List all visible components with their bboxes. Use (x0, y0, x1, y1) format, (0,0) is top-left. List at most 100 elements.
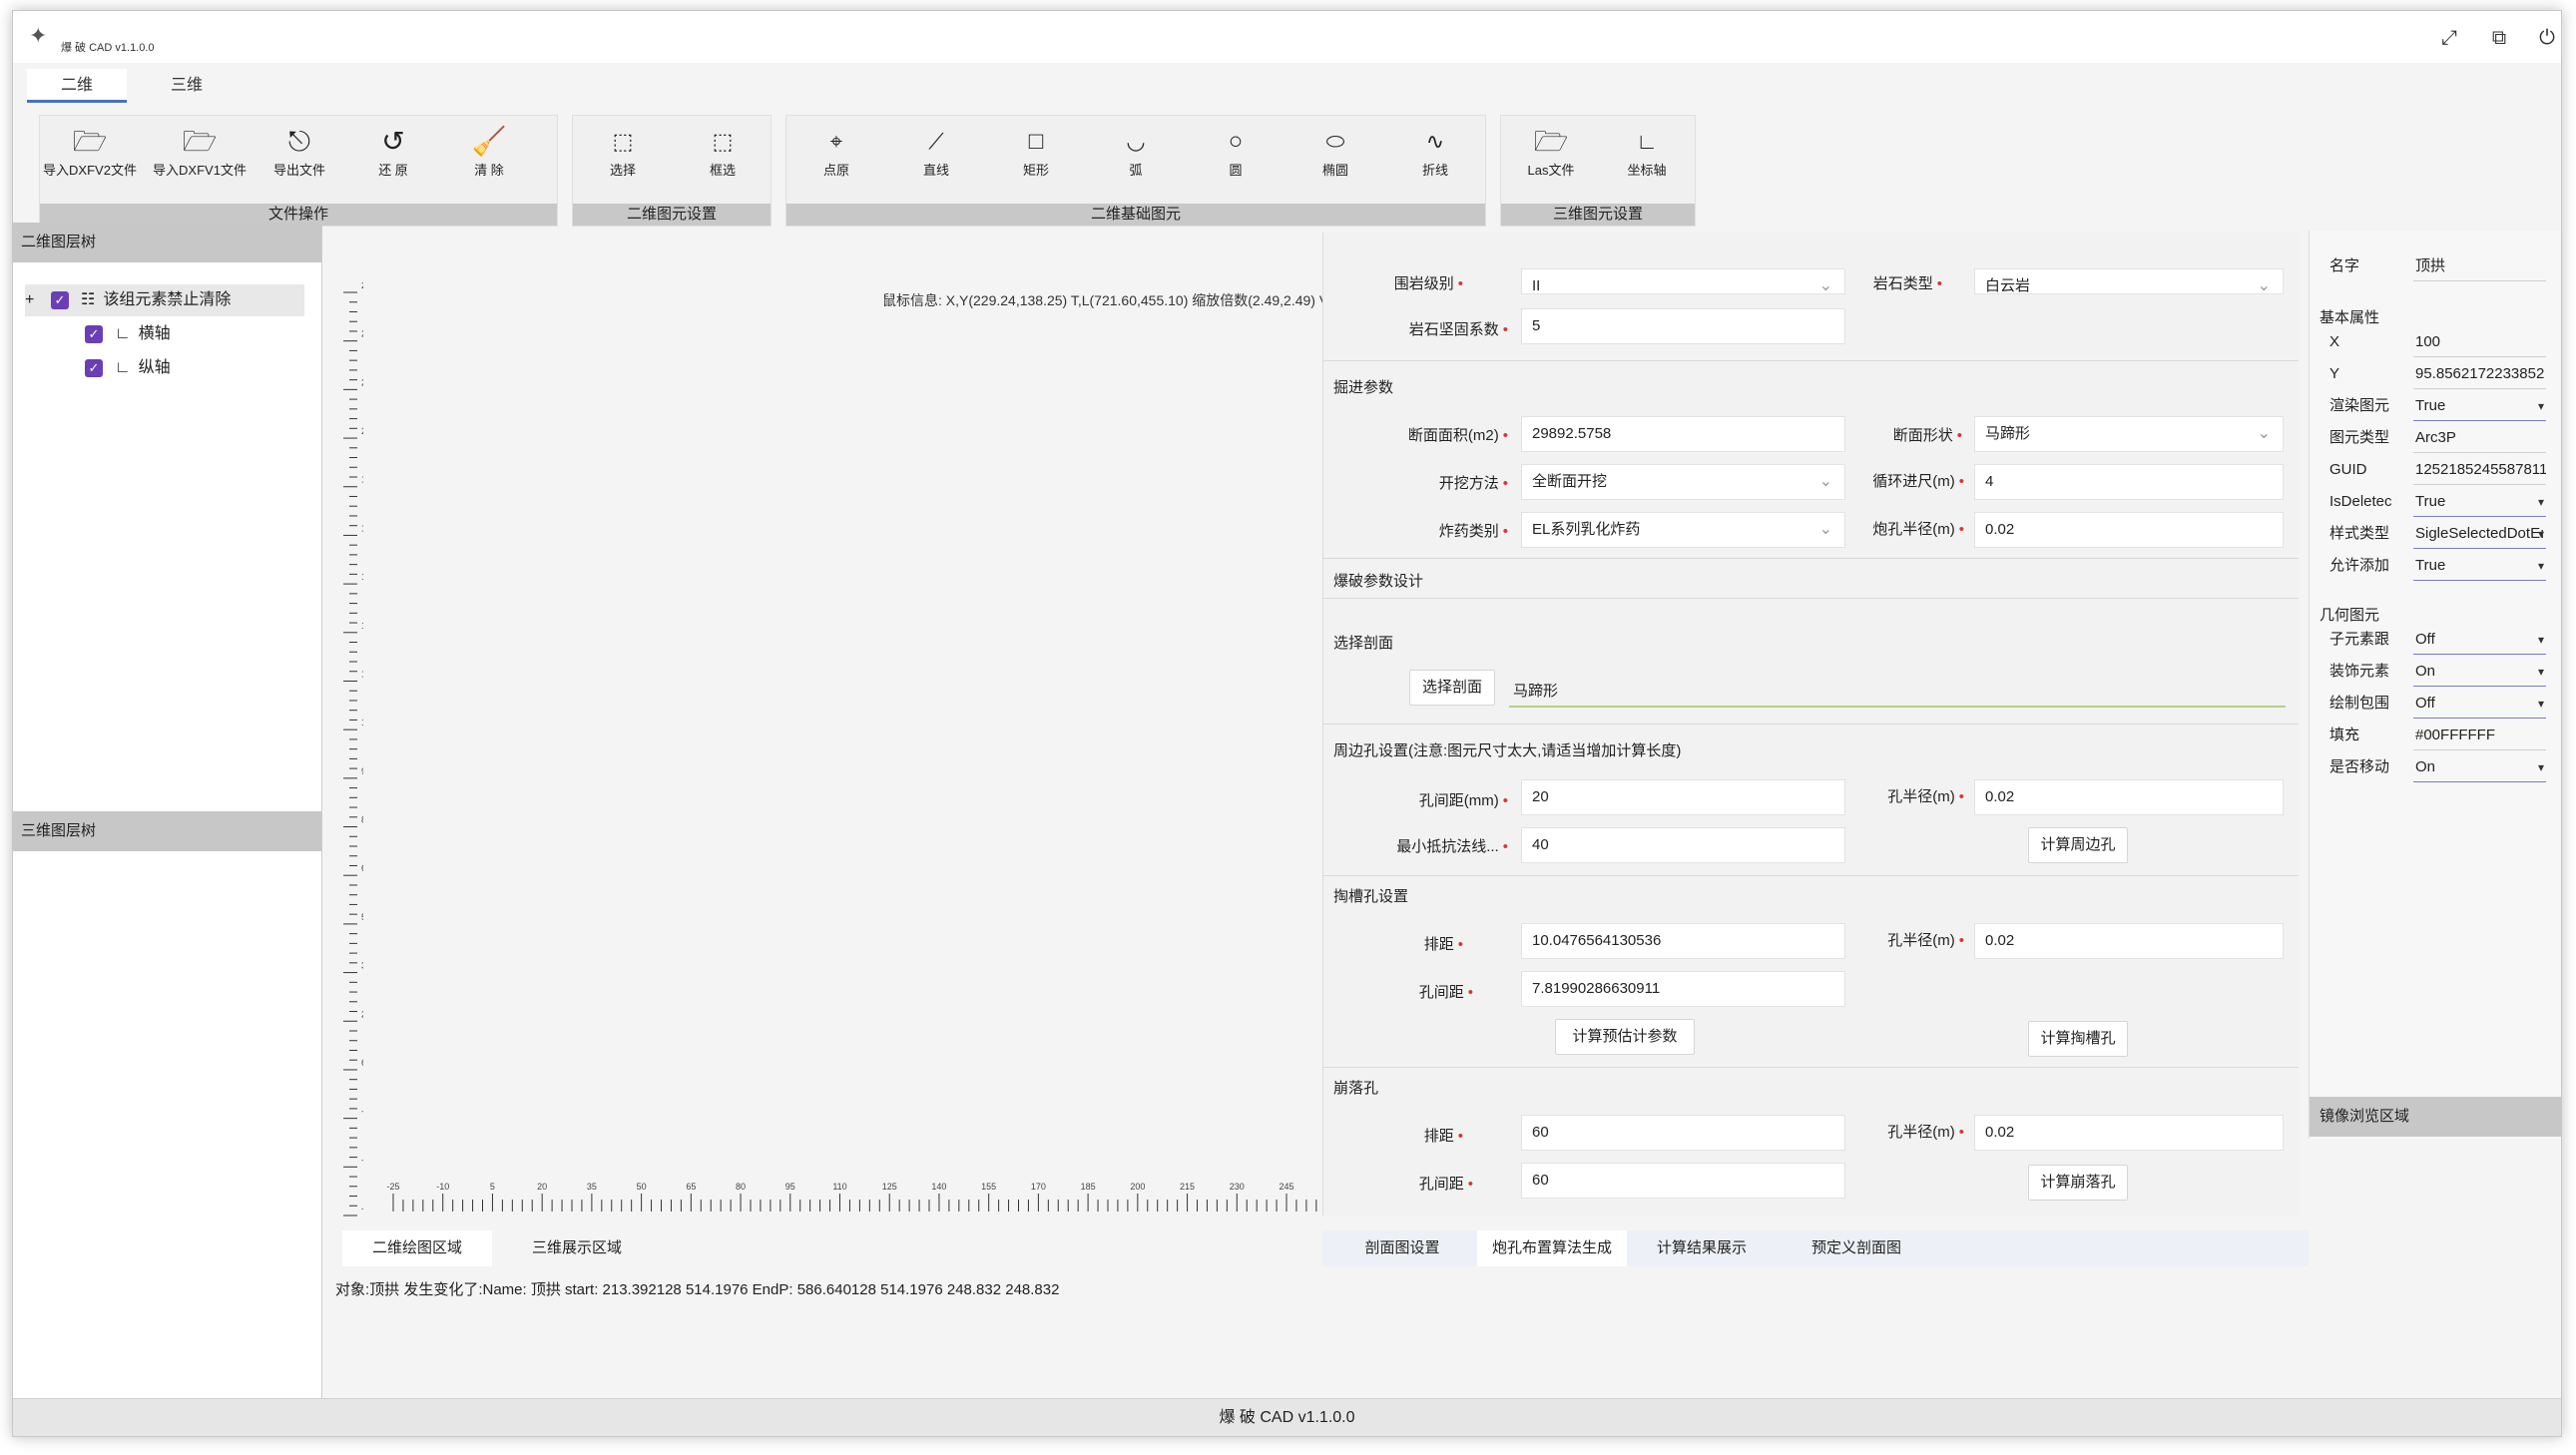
geo-value[interactable]: On ▾ (2413, 658, 2546, 687)
caret-down-icon[interactable]: ▾ (2538, 753, 2544, 781)
perimeter-radius-input[interactable]: 0.02 (1974, 779, 2284, 815)
checkbox[interactable]: ✓ (85, 358, 103, 377)
cut-radius-input[interactable]: 0.02 (1974, 923, 2284, 959)
point-icon: ⌖ (829, 129, 843, 154)
rock-grade-select[interactable]: II ⌄ (1521, 268, 1845, 294)
polyline-button[interactable]: ∿ 折线 (1387, 124, 1483, 186)
ruler-label: 186 (361, 475, 363, 485)
geo-value[interactable]: #00FFFFFF (2413, 722, 2546, 750)
prop-value[interactable]: 100 (2413, 328, 2546, 357)
tab-hole-layout[interactable]: 炮孔布置算法生成 (1477, 1230, 1627, 1266)
power-icon[interactable]: ⏻ (2532, 23, 2561, 53)
min-resist-label: 最小抵抗法线... • (1396, 838, 1508, 855)
geo-value[interactable]: Off ▾ (2413, 626, 2546, 655)
axis-button[interactable]: ∟ 坐标轴 (1599, 124, 1695, 186)
box-select-button[interactable]: ⬚ 框选 (675, 124, 771, 186)
point-button[interactable]: ⌖ 点原 (788, 124, 884, 186)
caret-down-icon[interactable]: ▾ (2538, 392, 2544, 420)
perimeter-spacing-input[interactable]: 20 (1521, 779, 1845, 815)
ruler-label: 66 (361, 863, 363, 873)
caret-down-icon[interactable]: ▾ (2538, 690, 2544, 718)
select-section-button[interactable]: 选择剖面 (1409, 670, 1495, 706)
calc-perimeter-button[interactable]: 计算周边孔 (2028, 827, 2128, 863)
line-button[interactable]: ⟋ 直线 (888, 124, 984, 186)
select-button[interactable]: ⬚ 选择 (575, 124, 671, 186)
las-file-button[interactable]: 🗁 Las文件 (1503, 124, 1599, 186)
compress-icon[interactable]: ⤢ (2434, 23, 2464, 53)
perimeter-radius-label: 孔半径(m) • (1887, 788, 1964, 805)
caret-down-icon[interactable]: ▾ (2538, 658, 2544, 686)
cut-spacing-input[interactable]: 7.81990286630911 (1521, 971, 1845, 1007)
export-icon: ⎋ (287, 126, 311, 157)
ruler-label: 170 (1031, 1182, 1046, 1192)
caving-spacing-input[interactable]: 60 (1521, 1163, 1845, 1199)
calc-cut-button[interactable]: 计算掏槽孔 (2028, 1021, 2128, 1057)
select-icon: ⬚ (612, 129, 634, 154)
rock-hardness-input[interactable]: 5 (1521, 308, 1845, 344)
tab-3d-display[interactable]: 三维展示区域 (502, 1230, 652, 1266)
ruler-label: 231 (361, 329, 363, 339)
prop-row: 渲染图元 True ▾ (2319, 392, 2556, 421)
caret-down-icon[interactable]: ▾ (2538, 626, 2544, 654)
tree-item-y-axis[interactable]: ✓ ∟ 纵轴 (85, 352, 171, 384)
tree-item-label: 横轴 (138, 325, 171, 342)
tab-predefined-section[interactable]: 预定义剖面图 (1782, 1230, 1931, 1266)
restore-button[interactable]: ↺ 还 原 (345, 124, 441, 186)
rectangle-button[interactable]: □ 矩形 (988, 124, 1084, 186)
tree-item-x-axis[interactable]: ✓ ∟ 横轴 (85, 318, 171, 350)
cut-row-input[interactable]: 10.0476564130536 (1521, 923, 1845, 959)
prop-value[interactable]: SigleSelectedDotEı ▾ (2413, 520, 2546, 549)
geo-value[interactable]: On ▾ (2413, 753, 2546, 782)
caving-radius-input[interactable]: 0.02 (1974, 1115, 2284, 1151)
tab-section-settings[interactable]: 剖面图设置 (1332, 1230, 1472, 1266)
prop-value[interactable]: True ▾ (2413, 552, 2546, 581)
tab-2d[interactable]: 二维 (27, 69, 127, 103)
calc-caving-button[interactable]: 计算崩落孔 (2028, 1165, 2128, 1201)
drawing-canvas[interactable]: 鼠标信息: X,Y(229.24,138.25) T,L(721.60,455.… (323, 223, 1498, 1220)
ellipse-button[interactable]: ⬭ 椭圆 (1288, 124, 1383, 186)
circle-button[interactable]: ○ 圆 (1188, 124, 1284, 186)
cycle-input[interactable]: 4 (1974, 464, 2284, 500)
prop-value[interactable]: 1252185245587811 (2413, 456, 2546, 485)
import-dxfv2-button[interactable]: 🗁 导入DXFV2文件 (42, 124, 138, 186)
export-file-button[interactable]: ⎋ 导出文件 (252, 124, 347, 186)
prop-value[interactable]: True ▾ (2413, 488, 2546, 517)
import-dxfv1-button[interactable]: 🗁 导入DXFV1文件 (152, 124, 248, 186)
rock-type-select[interactable]: 白云岩 ⌄ (1974, 268, 2284, 294)
caret-down-icon[interactable]: ▾ (2538, 488, 2544, 516)
area-input[interactable]: 29892.5758 (1521, 416, 1845, 452)
tab-3d[interactable]: 三维 (137, 69, 237, 103)
blast-param-form: 围岩级别 • II ⌄ 岩石类型 • 白云岩 ⌄ 岩石坚固系数 • 5 掘进参数 断面面积… (1322, 233, 2299, 1215)
tree-root-item[interactable]: + ✓ ☷ 该组元素禁止清除 (25, 284, 304, 316)
layer-tree-panel: 二维图层树 + ✓ ☷ 该组元素禁止清除 ✓ ∟ 横轴 ✓ ∟ 纵轴 三维图层树 (13, 223, 322, 1400)
expand-icon[interactable]: + (25, 284, 51, 316)
prop-name-value[interactable]: 顶拱 (2413, 252, 2546, 281)
tab-results[interactable]: 计算结果展示 (1632, 1230, 1772, 1266)
caret-down-icon[interactable]: ▾ (2538, 552, 2544, 580)
chevron-down-icon: ⌄ (1818, 521, 1832, 538)
min-resist-input[interactable]: 40 (1521, 827, 1845, 863)
caving-row-input[interactable]: 60 (1521, 1115, 1845, 1151)
tab-2d-drawing[interactable]: 二维绘图区域 (342, 1230, 492, 1266)
ruler-label: 230 (1230, 1182, 1245, 1192)
calc-estimate-button[interactable]: 计算预估计参数 (1555, 1019, 1695, 1055)
prop-value[interactable]: 95.8562172233852 (2413, 360, 2546, 389)
method-select[interactable]: 全断面开挖 ⌄ (1521, 464, 1845, 500)
checkbox[interactable]: ✓ (51, 290, 69, 309)
chevron-down-icon: ⌄ (1818, 277, 1832, 294)
explosive-select[interactable]: EL系列乳化炸药 ⌄ (1521, 512, 1845, 548)
checkbox[interactable]: ✓ (85, 324, 103, 343)
caret-down-icon[interactable]: ▾ (2538, 520, 2544, 548)
clear-button[interactable]: 🧹 清 除 (441, 124, 537, 186)
prop-value[interactable]: True ▾ (2413, 392, 2546, 421)
geo-value[interactable]: Off ▾ (2413, 690, 2546, 719)
ruler-label: 155 (981, 1182, 996, 1192)
arc-button[interactable]: ◡ 弧 (1088, 124, 1184, 186)
ruler-label: 125 (882, 1182, 897, 1192)
hole-radius-input[interactable]: 0.02 (1974, 512, 2284, 548)
copy-icon[interactable]: ⧉ (2484, 23, 2514, 53)
prop-value[interactable]: Arc3P (2413, 424, 2546, 453)
area-label: 断面面积(m2) • (1407, 427, 1508, 444)
shape-select[interactable]: 马蹄形 ⌄ (1974, 416, 2284, 452)
perimeter-section-title: 周边孔设置(注意:图元尺寸太大,请适当增加计算长度) (1333, 742, 1682, 759)
